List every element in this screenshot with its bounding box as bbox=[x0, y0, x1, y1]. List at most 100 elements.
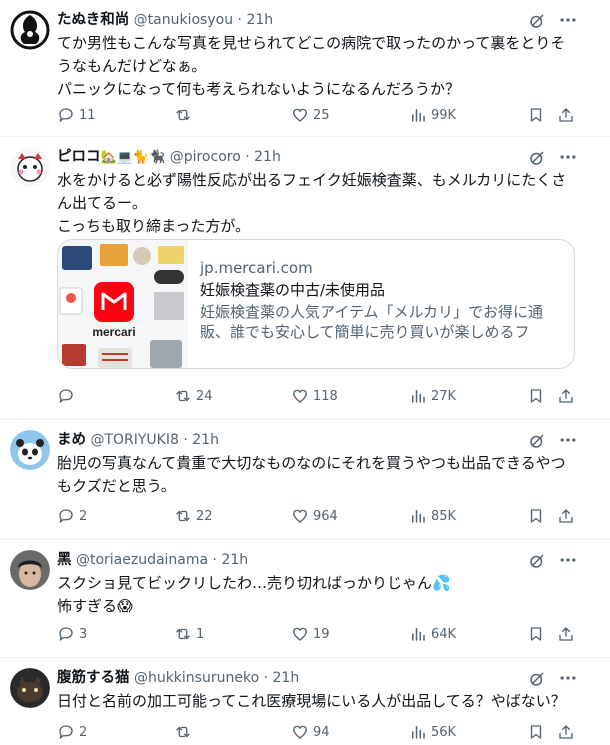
like-icon bbox=[292, 389, 308, 403]
repost-button[interactable]: 22 bbox=[174, 504, 213, 528]
views-button[interactable]: 64K bbox=[409, 622, 456, 646]
action-bar: 2 22 964 85K bbox=[57, 504, 580, 528]
separator-dot: · bbox=[183, 432, 188, 448]
reply-count: 2 bbox=[79, 508, 88, 524]
post[interactable]: たぬき和尚 @tanukiosyou · 21h てか男性もこんな写真を見せられ… bbox=[0, 0, 610, 137]
grok-icon[interactable] bbox=[528, 149, 546, 167]
repost-button[interactable]: 1 bbox=[174, 622, 204, 646]
user-handle[interactable]: @toriaezudainama bbox=[76, 552, 208, 568]
views-count: 85K bbox=[431, 508, 457, 524]
reply-icon bbox=[59, 627, 73, 641]
action-bar: 11 25 99K bbox=[57, 103, 580, 127]
like-button[interactable]: 19 bbox=[291, 622, 330, 646]
repost-button[interactable]: 24 bbox=[174, 384, 213, 408]
like-count: 94 bbox=[313, 724, 330, 740]
share-button[interactable] bbox=[557, 103, 575, 127]
timestamp[interactable]: 21h bbox=[221, 552, 248, 568]
repost-button[interactable] bbox=[174, 720, 196, 744]
views-icon bbox=[412, 726, 425, 739]
avatar[interactable] bbox=[10, 10, 50, 50]
display-name[interactable]: 黑 bbox=[57, 552, 72, 568]
like-count: 19 bbox=[313, 626, 330, 642]
timestamp[interactable]: 21h bbox=[254, 149, 281, 165]
share-icon bbox=[559, 725, 573, 739]
user-handle[interactable]: @tanukiosyou bbox=[134, 12, 233, 28]
card-description: 妊娠検査薬の人気アイテム「メルカリ」でお得に通販、誰でも安心して簡単に売り買いが… bbox=[200, 303, 544, 341]
like-button[interactable]: 25 bbox=[291, 103, 330, 127]
reply-icon bbox=[59, 389, 73, 403]
bookmark-icon bbox=[530, 725, 542, 739]
grok-icon[interactable] bbox=[528, 432, 546, 450]
user-handle[interactable]: @TORIYUKI8 bbox=[90, 432, 178, 448]
share-icon bbox=[559, 389, 573, 403]
name-emoji: 🏡💻🐈🐈‍⬛ bbox=[100, 150, 166, 165]
post[interactable]: まめ @TORIYUKI8 · 21h 胎児の写真なんて貴重で大切なものなのにそ… bbox=[0, 420, 610, 540]
grok-icon[interactable] bbox=[528, 12, 546, 30]
bookmark-button[interactable] bbox=[527, 622, 545, 646]
text-line: 胎児の写真なんて貴重で大切なものなのにそれを買うやつも出品できるやつ bbox=[57, 454, 566, 472]
user-handle[interactable]: @hukkinsuruneko bbox=[134, 670, 259, 686]
reply-count: 11 bbox=[79, 107, 96, 123]
timestamp[interactable]: 21h bbox=[192, 432, 219, 448]
bookmark-button[interactable] bbox=[527, 504, 545, 528]
more-icon[interactable] bbox=[558, 10, 578, 30]
post[interactable]: 腹筋する猫 @hukkinsuruneko · 21h 日付と名前の加工可能って… bbox=[0, 658, 610, 745]
bookmark-button[interactable] bbox=[527, 103, 545, 127]
repost-button[interactable] bbox=[174, 103, 196, 127]
avatar[interactable] bbox=[10, 147, 50, 187]
share-button[interactable] bbox=[557, 504, 575, 528]
views-icon bbox=[412, 109, 425, 122]
post[interactable]: ピロコ🏡💻🐈🐈‍⬛ @pirocoro · 21h 水をかけると必ず陽性反応が出… bbox=[0, 137, 610, 420]
avatar[interactable] bbox=[10, 668, 50, 708]
like-icon bbox=[292, 725, 308, 739]
timestamp[interactable]: 21h bbox=[273, 670, 300, 686]
link-card[interactable]: mercari jp.mercari.com 妊娠検査薬の中古/未使用品 妊娠検… bbox=[57, 239, 575, 369]
like-button[interactable]: 118 bbox=[291, 384, 338, 408]
post-header: まめ @TORIYUKI8 · 21h bbox=[57, 430, 530, 450]
text-line: パニックになって何も考えられないようになるんだろうか？ bbox=[57, 80, 461, 98]
views-button[interactable]: 56K bbox=[409, 720, 456, 744]
text-line: スクショ見てビックリしたわ…売り切ればっかりじゃん💦 bbox=[57, 574, 451, 592]
post-text: 日付と名前の加工可能ってこれ医療現場にいる人が出品してる？やばない？ bbox=[57, 690, 580, 713]
avatar[interactable] bbox=[10, 550, 50, 590]
views-button[interactable]: 27K bbox=[409, 384, 456, 408]
reply-button[interactable]: 2 bbox=[57, 504, 87, 528]
share-button[interactable] bbox=[557, 720, 575, 744]
views-button[interactable]: 99K bbox=[409, 103, 456, 127]
text-line: もクズだと思う。 bbox=[57, 477, 176, 495]
reply-count: 2 bbox=[79, 724, 88, 740]
display-name[interactable]: 腹筋する猫 bbox=[57, 670, 130, 686]
like-count: 25 bbox=[313, 107, 330, 123]
more-icon[interactable] bbox=[558, 668, 578, 688]
card-title: 妊娠検査薬の中古/未使用品 bbox=[200, 281, 386, 299]
more-icon[interactable] bbox=[558, 430, 578, 450]
display-name[interactable]: たぬき和尚 bbox=[57, 12, 129, 28]
reply-button[interactable]: 3 bbox=[57, 622, 87, 646]
share-button[interactable] bbox=[557, 622, 575, 646]
reply-button[interactable] bbox=[57, 384, 79, 408]
more-icon[interactable] bbox=[558, 147, 578, 167]
repost-icon bbox=[176, 109, 190, 121]
grok-icon[interactable] bbox=[528, 552, 546, 570]
views-button[interactable]: 85K bbox=[409, 504, 456, 528]
avatar[interactable] bbox=[10, 430, 50, 470]
grok-icon[interactable] bbox=[528, 670, 546, 688]
share-button[interactable] bbox=[557, 384, 575, 408]
views-count: 56K bbox=[431, 724, 457, 740]
timestamp[interactable]: 21h bbox=[246, 12, 273, 28]
reply-button[interactable]: 2 bbox=[57, 720, 87, 744]
like-button[interactable]: 964 bbox=[291, 504, 338, 528]
display-name[interactable]: まめ bbox=[57, 432, 86, 448]
bookmark-button[interactable] bbox=[527, 720, 545, 744]
like-icon bbox=[292, 108, 308, 122]
reply-feed: たぬき和尚 @tanukiosyou · 21h てか男性もこんな写真を見せられ… bbox=[0, 0, 610, 745]
bookmark-button[interactable] bbox=[527, 384, 545, 408]
display-name[interactable]: ピロコ bbox=[57, 149, 101, 165]
more-icon[interactable] bbox=[558, 550, 578, 570]
like-button[interactable]: 94 bbox=[291, 720, 330, 744]
user-handle[interactable]: @pirocoro bbox=[170, 149, 241, 165]
post[interactable]: 黑 @toriaezudainama · 21h スクショ見てビックリしたわ…売… bbox=[0, 540, 610, 658]
reply-button[interactable]: 11 bbox=[57, 103, 96, 127]
repost-icon bbox=[176, 390, 190, 402]
action-bar: 2 94 56K bbox=[57, 720, 580, 744]
